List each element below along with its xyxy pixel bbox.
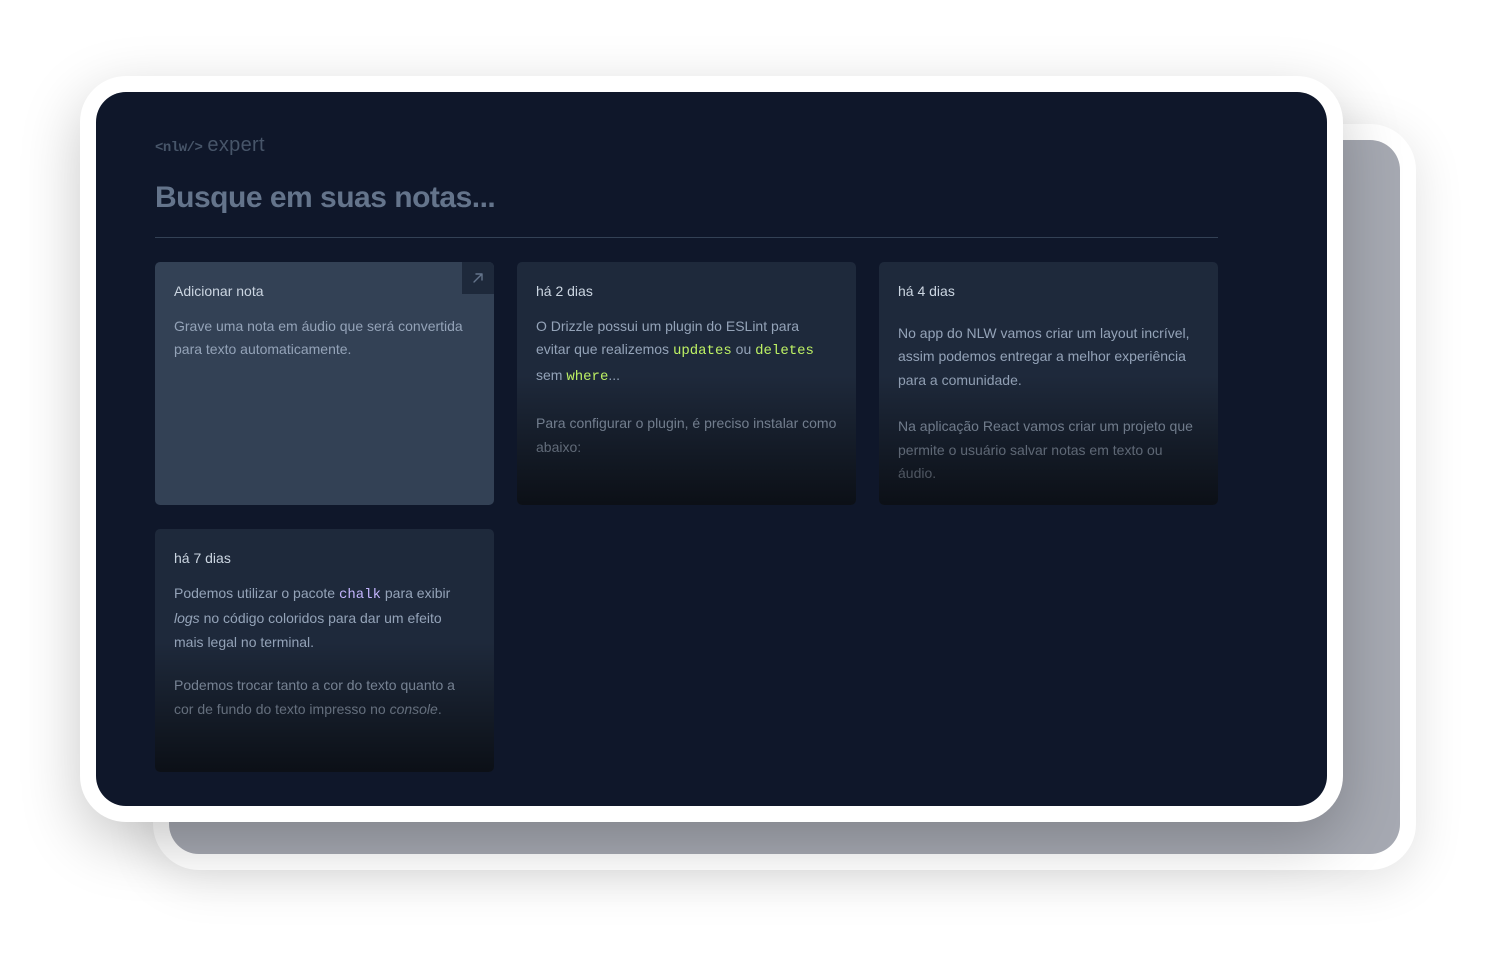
- note-paragraph: O Drizzle possui um plugin do ESLint par…: [536, 318, 814, 385]
- device-frame: <nlw/> expert Adicionar nota Grave uma n…: [80, 76, 1343, 822]
- emphasis-text: console: [389, 700, 438, 717]
- note-card[interactable]: há 2 dias O Drizzle possui um plugin do …: [517, 262, 856, 505]
- inline-code: where: [566, 368, 609, 385]
- note-date: há 4 dias: [898, 283, 955, 299]
- note-card[interactable]: há 7 dias Podemos utilizar o pacote chal…: [155, 529, 494, 772]
- inline-code: chalk: [338, 587, 381, 603]
- app-screen: <nlw/> expert Adicionar nota Grave uma n…: [96, 92, 1327, 806]
- logo-tag: <nlw/>: [155, 140, 203, 156]
- add-note-title: Adicionar nota: [174, 283, 264, 299]
- open-add-note-button[interactable]: [462, 262, 494, 294]
- inline-code: updates: [672, 343, 732, 360]
- search-divider: [155, 237, 1218, 238]
- note-paragraph: No app do NLW vamos criar um layout incr…: [898, 325, 1190, 388]
- note-card[interactable]: há 4 dias No app do NLW vamos criar um l…: [879, 262, 1218, 505]
- emphasis-text: logs: [174, 610, 200, 627]
- note-paragraph: Podemos trocar tanto a cor do texto quan…: [174, 677, 455, 717]
- search-input[interactable]: [155, 176, 955, 220]
- note-date: há 2 dias: [536, 283, 593, 299]
- note-date: há 7 dias: [174, 550, 231, 566]
- add-note-card[interactable]: Adicionar nota Grave uma nota em áudio q…: [155, 262, 494, 505]
- logo-word: expert: [207, 134, 265, 156]
- arrow-up-right-icon: [473, 273, 483, 283]
- add-note-description: Grave uma nota em áudio que será convert…: [174, 318, 463, 358]
- inline-code: deletes: [755, 343, 814, 360]
- note-paragraph: Para configurar o plugin, é preciso inst…: [536, 415, 837, 455]
- nlw-expert-logo: <nlw/> expert: [155, 134, 265, 156]
- note-paragraph: Na aplicação React vamos criar um projet…: [898, 418, 1193, 482]
- note-paragraph: Podemos utilizar o pacote chalk para exi…: [174, 585, 451, 650]
